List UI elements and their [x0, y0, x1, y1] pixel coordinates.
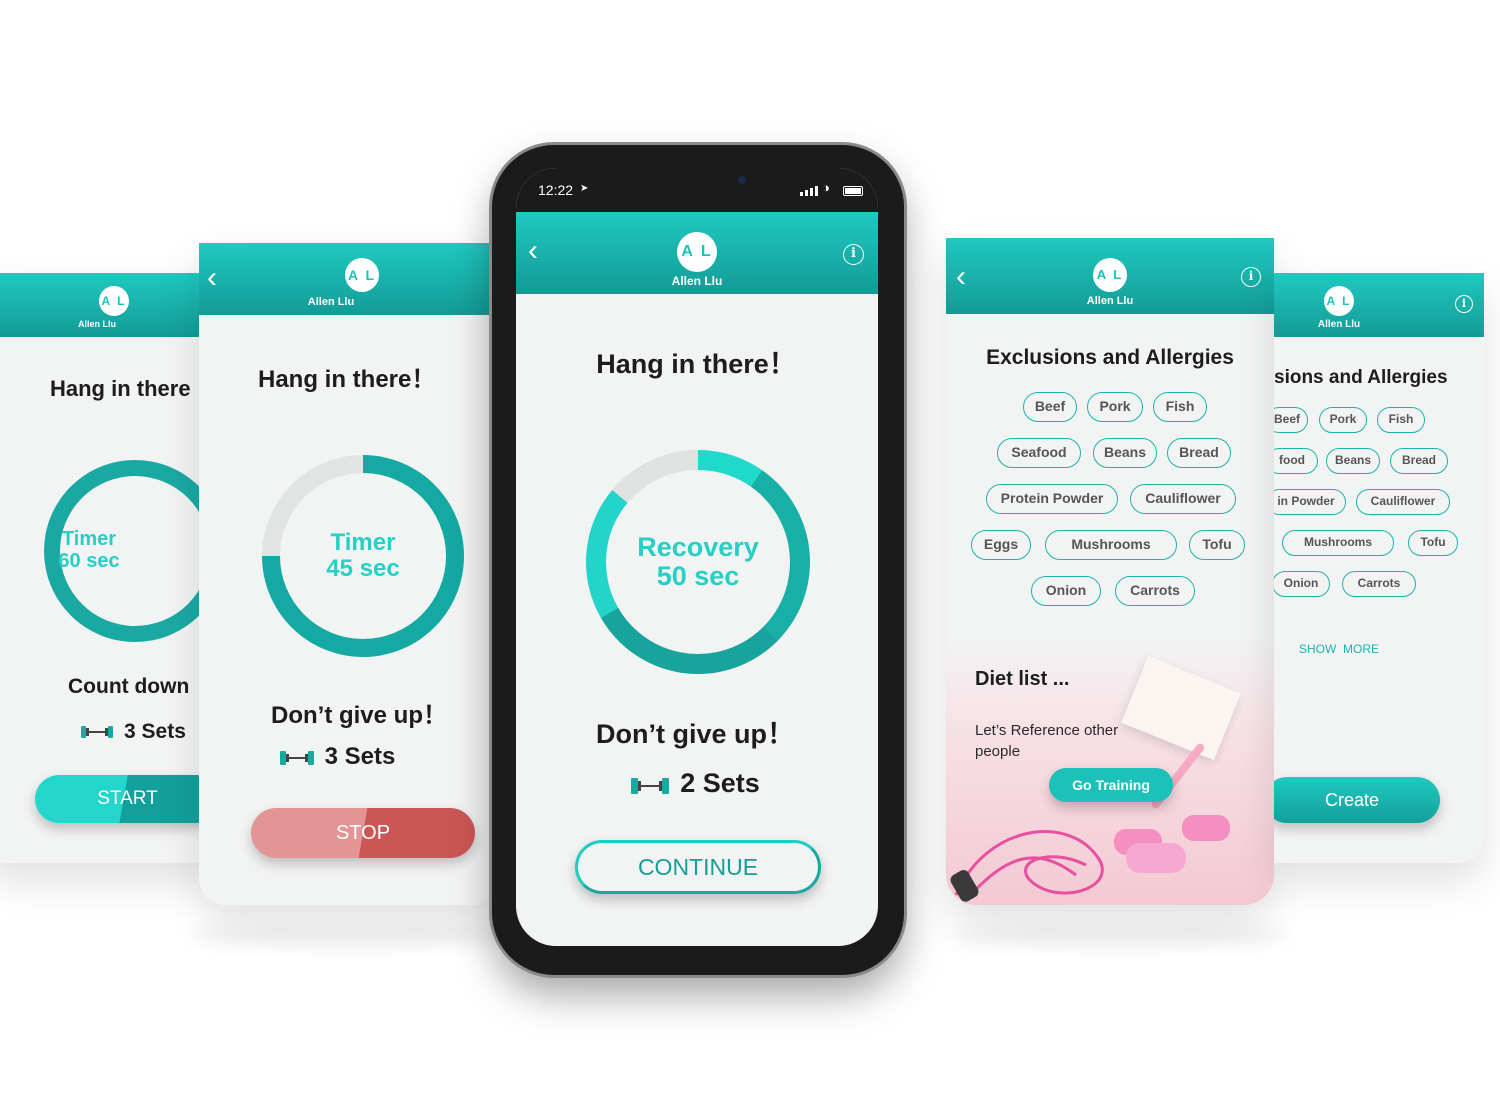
tag-beef[interactable]: Beef — [1023, 392, 1077, 422]
screen-center: 12:22 ➤ ◑ ‹ A L Allen Llu i Hang in ther… — [516, 168, 878, 946]
subtitle: Don’t give up！ — [271, 702, 447, 729]
timer-ring: Timer 45 sec — [262, 455, 464, 657]
timer-value: 60 sec — [58, 550, 120, 572]
page-title: Hang in there！ — [258, 366, 436, 393]
recovery-value: 50 sec — [656, 561, 740, 591]
camera-icon — [738, 176, 746, 184]
wifi-icon: ◑ — [822, 180, 830, 195]
avatar: A L — [99, 286, 129, 316]
location-icon: ➤ — [580, 183, 589, 194]
tag-eggs[interactable]: Eggs — [971, 530, 1031, 560]
tag-fish[interactable]: Fish — [1153, 392, 1207, 422]
floor-shadow-right — [950, 925, 1290, 945]
tag-mushrooms[interactable]: Mushrooms — [1282, 530, 1394, 556]
tag-pork[interactable]: Pork — [1087, 392, 1143, 422]
tag-seafood[interactable]: Seafood — [997, 438, 1081, 468]
dumbbell-icon — [279, 747, 315, 767]
tag-beans[interactable]: Beans — [1326, 448, 1380, 474]
recovery-ring: Recovery 50 sec — [586, 450, 810, 674]
app-header: ‹ A L Allen Llu i — [516, 212, 878, 294]
section-title: sions and Allergies — [1274, 367, 1448, 388]
user-name: Allen Llu — [1086, 295, 1134, 307]
tag-onion[interactable]: Onion — [1274, 571, 1330, 597]
avatar: A L — [677, 232, 717, 272]
sets-count: 3 Sets — [324, 743, 396, 770]
floor-shadow-left — [190, 925, 510, 945]
dumbbell-icon — [80, 723, 114, 741]
info-icon[interactable]: i — [843, 244, 864, 265]
user-name: Allen Llu — [307, 296, 355, 308]
diet-text: Let’s Reference other people — [975, 722, 1119, 760]
tag-cauliflower[interactable]: Cauliflower — [1356, 489, 1450, 515]
tag-tofu[interactable]: Tofu — [1189, 530, 1245, 560]
stop-button[interactable]: STOP — [251, 808, 475, 858]
screen-left: ‹ A L Allen Llu Hang in there！ Timer 45 … — [199, 243, 499, 905]
tag-pork[interactable]: Pork — [1319, 407, 1367, 433]
create-button[interactable]: Create — [1274, 777, 1440, 823]
sets-count: 3 Sets — [124, 720, 186, 743]
timer-value: 45 sec — [326, 555, 400, 582]
tag-beans[interactable]: Beans — [1093, 438, 1157, 468]
tag-bread[interactable]: Bread — [1167, 438, 1231, 468]
battery-icon — [843, 186, 863, 196]
continue-button[interactable]: CONTINUE — [575, 840, 821, 894]
tag-protein-powder[interactable]: in Powder — [1274, 489, 1346, 515]
tag-seafood[interactable]: food — [1274, 448, 1318, 474]
user-name: Allen Llu — [1317, 319, 1361, 330]
info-icon[interactable]: i — [1455, 295, 1473, 313]
jump-rope-image — [950, 815, 1230, 902]
screen-far-right: A L Allen Llu i sions and Allergies Beef… — [1274, 273, 1484, 863]
avatar: A L — [345, 258, 379, 292]
tag-protein-powder[interactable]: Protein Powder — [986, 484, 1118, 514]
app-header: ‹ A L Allen Llu — [0, 273, 220, 337]
avatar: A L — [1324, 286, 1354, 316]
tag-fish[interactable]: Fish — [1377, 407, 1425, 433]
screen-right: ‹ A L Allen Llu i Exclusions and Allergi… — [946, 238, 1274, 905]
tag-beef[interactable]: Beef — [1274, 407, 1308, 433]
back-icon[interactable]: ‹ — [528, 236, 538, 266]
diet-title: Diet list ... — [975, 668, 1070, 690]
avatar: A L — [1093, 258, 1127, 292]
show-more-link[interactable]: SHOW MORE — [1274, 642, 1404, 656]
timer-label: Timer — [61, 528, 117, 551]
sets-count: 2 Sets — [680, 768, 760, 798]
status-time: 12:22 — [538, 182, 574, 198]
tag-onion[interactable]: Onion — [1031, 576, 1101, 606]
recovery-label: Recovery — [637, 531, 759, 562]
timer-label: Timer — [330, 529, 396, 557]
app-header: ‹ A L Allen Llu i — [946, 238, 1274, 314]
back-icon[interactable]: ‹ — [956, 262, 966, 292]
start-button[interactable]: START — [35, 775, 220, 823]
user-name: Allen Llu — [671, 274, 723, 288]
signal-icon — [800, 186, 818, 196]
subtitle: Count down — [68, 675, 190, 698]
tag-carrots[interactable]: Carrots — [1342, 571, 1416, 597]
tag-carrots[interactable]: Carrots — [1115, 576, 1195, 606]
phone-notch — [598, 168, 798, 198]
app-header: A L Allen Llu i — [1274, 273, 1484, 337]
app-header: ‹ A L Allen Llu — [199, 243, 499, 315]
tag-mushrooms[interactable]: Mushrooms — [1045, 530, 1177, 560]
back-icon[interactable]: ‹ — [207, 263, 217, 293]
subtitle: Don’t give up！ — [596, 719, 794, 749]
dumbbell-icon — [630, 773, 670, 795]
section-title: Exclusions and Allergies — [986, 346, 1234, 369]
info-icon[interactable]: i — [1241, 267, 1261, 287]
go-training-button[interactable]: Go Training — [1049, 768, 1173, 802]
page-title: Hang in there — [50, 376, 191, 401]
tag-tofu[interactable]: Tofu — [1408, 530, 1458, 556]
tag-bread[interactable]: Bread — [1390, 448, 1448, 474]
back-icon[interactable]: ‹ — [0, 289, 1, 315]
user-name: Allen Llu — [78, 319, 116, 329]
tag-cauliflower[interactable]: Cauliflower — [1130, 484, 1236, 514]
page-title: Hang in there！ — [596, 349, 796, 379]
